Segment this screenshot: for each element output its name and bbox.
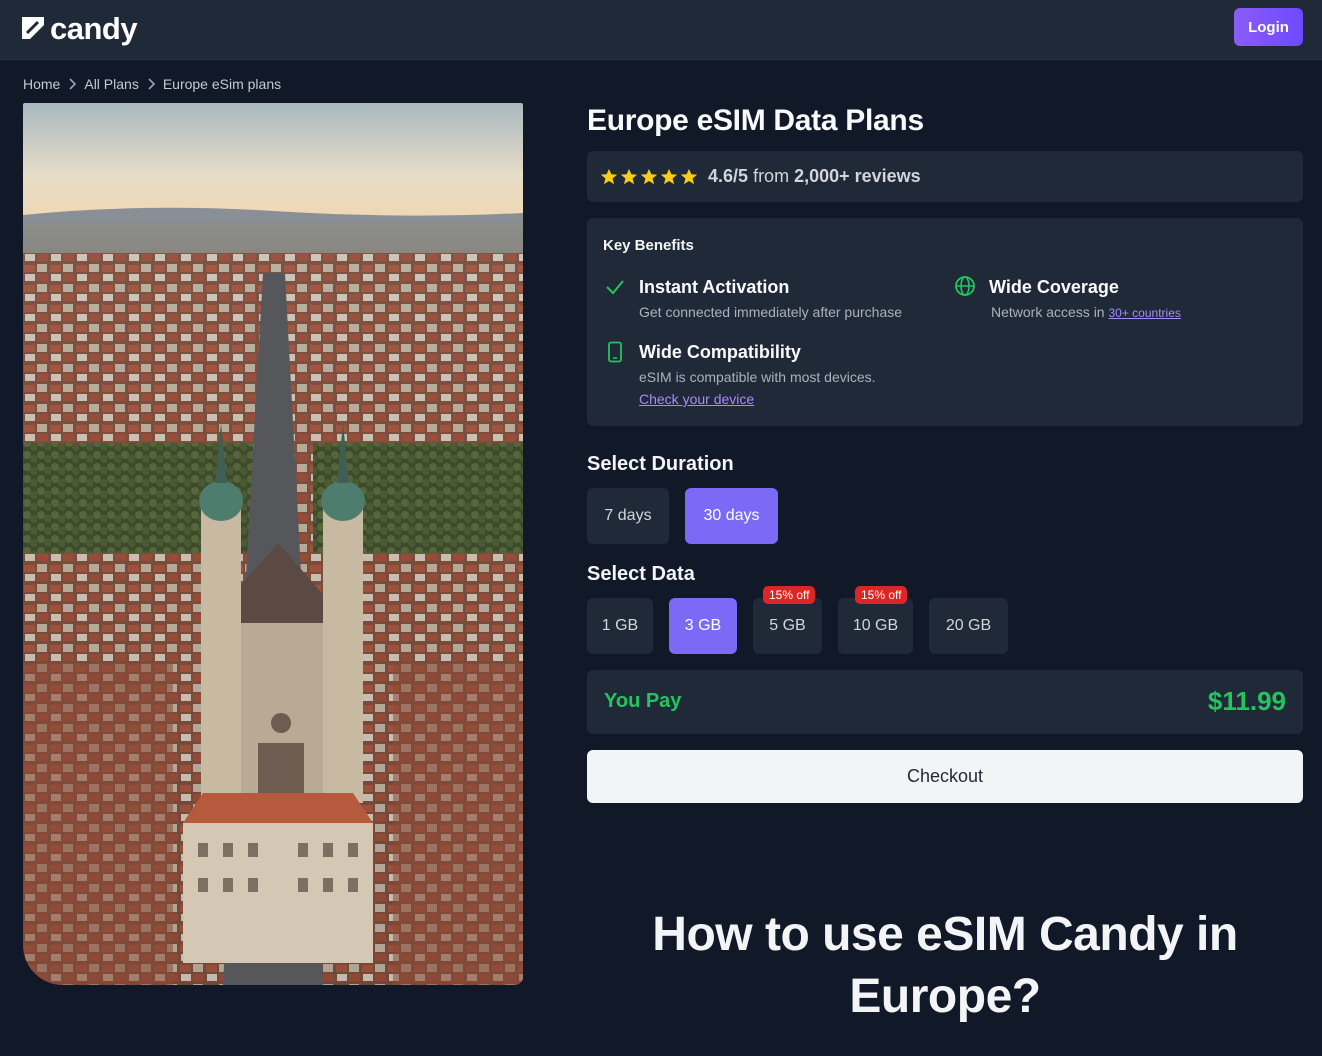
benefit-coverage-desc: Network access in 30+ countries xyxy=(991,304,1181,320)
duration-option-7-days[interactable]: 7 days xyxy=(587,488,669,544)
rating-text: 4.6/5 from 2,000+ reviews xyxy=(708,166,921,187)
chevron-right-icon xyxy=(139,74,163,94)
city-illustration xyxy=(23,103,523,985)
benefit-compat-desc: eSIM is compatible with most devices. xyxy=(639,369,876,385)
europe-city-image xyxy=(23,103,523,985)
benefit-instant-desc: Get connected immediately after purchase xyxy=(639,304,903,320)
how-to-heading-line1: How to use eSIM Candy in xyxy=(652,908,1238,961)
brand-logo[interactable]: candy xyxy=(22,10,138,46)
how-to-heading-line2: Europe? xyxy=(849,970,1041,1023)
you-pay-label: You Pay xyxy=(604,690,682,712)
breadcrumb-current: Europe eSim plans xyxy=(162,76,282,92)
data-option-1gb[interactable]: 1 GB xyxy=(587,598,653,654)
rating-from: from xyxy=(753,166,790,186)
benefit-instant-title: Instant Activation xyxy=(639,277,790,297)
total-price: $11.99 xyxy=(1207,686,1286,716)
breadcrumb-all-plans[interactable]: All Plans xyxy=(84,76,138,92)
data-option-10gb[interactable]: 10 GB xyxy=(838,598,913,654)
star-rating xyxy=(600,168,698,186)
how-to-heading: How to use eSIM Candy in Europe? xyxy=(587,904,1303,1028)
brand-name: candy xyxy=(50,10,138,46)
payment-summary: You Pay $11.99 xyxy=(587,670,1303,734)
page-title: Europe eSIM Data Plans xyxy=(587,104,924,137)
benefit-compat-title: Wide Compatibility xyxy=(639,342,801,362)
chevron-right-icon xyxy=(60,74,84,94)
check-device-link[interactable]: Check your device xyxy=(639,391,754,407)
globe-icon xyxy=(955,276,975,296)
top-navbar: candy Login xyxy=(0,0,1322,60)
benefits-title: Key Benefits xyxy=(603,237,694,254)
star-icon xyxy=(680,168,698,184)
login-button[interactable]: Login xyxy=(1234,8,1303,46)
checkout-button[interactable]: Checkout xyxy=(587,750,1303,803)
discount-badge: 15% off xyxy=(855,586,908,604)
data-option-5gb[interactable]: 5 GB xyxy=(753,598,822,654)
benefit-coverage-title: Wide Coverage xyxy=(989,277,1119,297)
rating-panel: 4.6/5 from 2,000+ reviews xyxy=(587,151,1303,202)
star-icon xyxy=(640,168,658,184)
star-icon xyxy=(600,168,618,184)
star-icon xyxy=(660,168,678,184)
key-benefits-panel: Key Benefits Instant Activation Get conn… xyxy=(587,218,1303,426)
data-option-20gb[interactable]: 20 GB xyxy=(929,598,1008,654)
rating-score: 4.6/5 xyxy=(708,166,749,186)
duration-label: Select Duration xyxy=(587,453,734,475)
review-count: 2,000+ reviews xyxy=(794,166,921,186)
discount-badge: 15% off xyxy=(763,586,816,604)
breadcrumb-home[interactable]: Home xyxy=(23,76,60,92)
coverage-desc-text: Network access in xyxy=(991,304,1105,320)
candy-logo-icon xyxy=(22,17,44,39)
data-label: Select Data xyxy=(587,563,695,585)
check-icon xyxy=(606,280,624,295)
countries-link[interactable]: 30+ countries xyxy=(1108,306,1180,320)
star-icon xyxy=(620,168,638,184)
smartphone-icon xyxy=(608,341,622,363)
breadcrumb: Home All Plans Europe eSim plans xyxy=(23,74,281,94)
data-option-3gb[interactable]: 3 GB xyxy=(669,598,737,654)
duration-option-30-days[interactable]: 30 days xyxy=(685,488,778,544)
